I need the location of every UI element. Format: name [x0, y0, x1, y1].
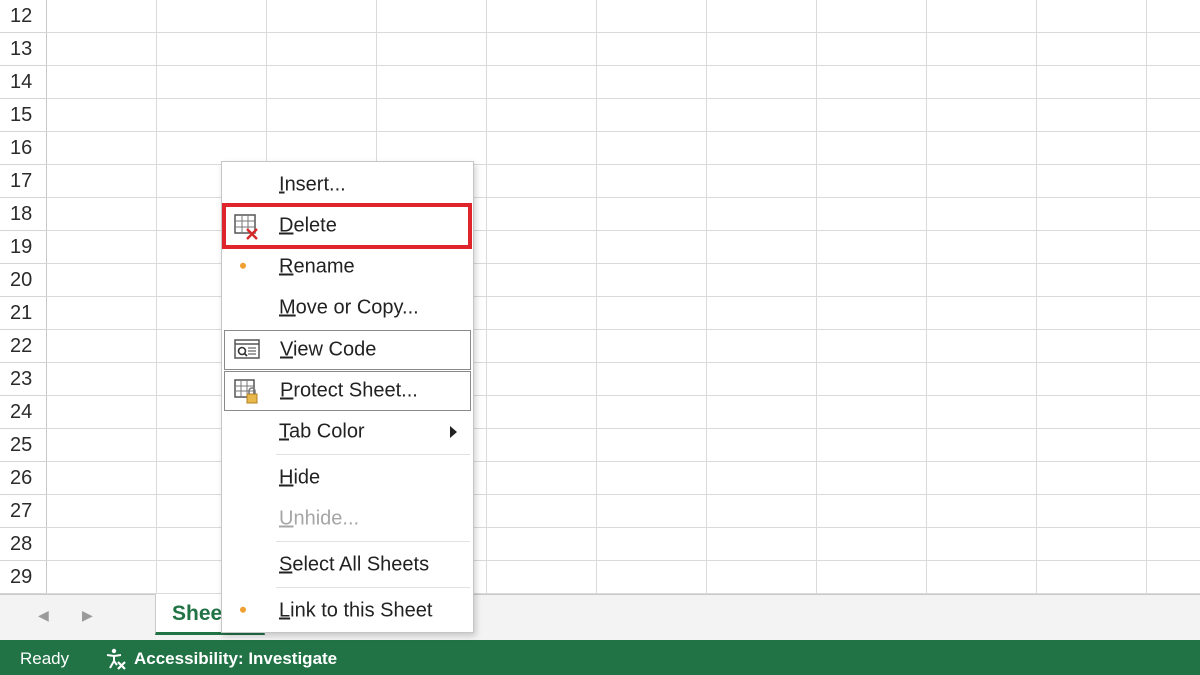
menu-label: View Code [280, 338, 377, 361]
status-bar: Ready Accessibility: Investigate [0, 640, 1200, 675]
row-number[interactable]: 25 [0, 429, 46, 462]
row-gridline [46, 428, 1200, 429]
column-gridline [486, 0, 487, 594]
menu-label: Tab Color [279, 420, 365, 443]
row-gridline [46, 230, 1200, 231]
menu-item-tab-color[interactable]: Tab Color [224, 413, 471, 451]
menu-label: Protect Sheet... [280, 379, 418, 402]
row-gridline [46, 164, 1200, 165]
row-gridline [46, 197, 1200, 198]
status-ready: Ready [20, 649, 70, 668]
delete-sheet-icon [232, 212, 260, 240]
row-number[interactable]: 15 [0, 99, 46, 132]
row-number[interactable]: 12 [0, 0, 46, 33]
row-number[interactable]: 16 [0, 132, 46, 165]
row-gridline [46, 527, 1200, 528]
menu-separator [276, 541, 470, 542]
row-gridline [46, 494, 1200, 495]
column-gridline [816, 0, 817, 594]
accessibility-status[interactable]: Accessibility: Investigate [104, 648, 337, 670]
menu-label: Unhide... [279, 507, 360, 530]
menu-item-view-code[interactable]: View Code [224, 330, 471, 370]
menu-label: Insert... [279, 173, 346, 196]
row-number[interactable]: 27 [0, 495, 46, 528]
row-number[interactable]: 23 [0, 363, 46, 396]
column-gridline [156, 0, 157, 594]
column-gridline [926, 0, 927, 594]
row-gridline [46, 131, 1200, 132]
column-gridline [706, 0, 707, 594]
scroll-tabs-right-icon[interactable]: ▶ [82, 607, 93, 624]
menu-item-protect-sheet[interactable]: Protect Sheet... [224, 371, 471, 411]
row-number[interactable]: 19 [0, 231, 46, 264]
row-number[interactable]: 28 [0, 528, 46, 561]
column-gridline [1146, 0, 1147, 594]
bullet-icon [240, 606, 246, 613]
sheet-tab-label: Shee [172, 602, 223, 625]
bullet-icon [240, 262, 246, 269]
row-number[interactable]: 13 [0, 33, 46, 66]
menu-label: Rename [279, 255, 355, 278]
row-gridline [46, 32, 1200, 33]
scroll-tabs-left-icon[interactable]: ◀ [38, 607, 49, 624]
row-number[interactable]: 22 [0, 330, 46, 363]
row-gridline [46, 263, 1200, 264]
row-gridline [46, 98, 1200, 99]
accessibility-label: Accessibility: Investigate [134, 649, 338, 668]
menu-item-link-to-sheet[interactable]: Link to this Sheet [224, 592, 471, 630]
accessibility-icon [106, 648, 126, 670]
menu-item-unhide[interactable]: Unhide... [224, 500, 471, 538]
row-number[interactable]: 26 [0, 462, 46, 495]
row-number[interactable]: 29 [0, 561, 46, 594]
row-gridline [46, 560, 1200, 561]
menu-label: Link to this Sheet [279, 599, 433, 622]
menu-item-move-or-copy[interactable]: Move or Copy... [224, 289, 471, 327]
row-number[interactable]: 21 [0, 297, 46, 330]
row-number[interactable]: 17 [0, 165, 46, 198]
row-gridline [46, 296, 1200, 297]
sheet-tab-context-menu: Insert... Delete Rename Move or Copy... [221, 161, 474, 633]
row-number[interactable]: 18 [0, 198, 46, 231]
menu-item-select-all-sheets[interactable]: Select All Sheets [224, 546, 471, 584]
protect-sheet-icon [233, 377, 261, 405]
row-number[interactable]: 20 [0, 264, 46, 297]
submenu-arrow-icon [450, 426, 457, 438]
menu-separator [276, 587, 470, 588]
row-gridline [46, 395, 1200, 396]
row-gridline [46, 329, 1200, 330]
sheet-tab-bar: ◀ ▶ Shee [0, 594, 1200, 640]
column-gridline [596, 0, 597, 594]
row-header-column: 12 13 14 15 16 17 18 19 20 21 22 23 24 2… [0, 0, 47, 594]
view-code-icon [233, 336, 261, 364]
column-gridline [1036, 0, 1037, 594]
menu-label: Hide [279, 466, 321, 489]
worksheet-grid[interactable]: 12 13 14 15 16 17 18 19 20 21 22 23 24 2… [0, 0, 1200, 594]
row-number[interactable]: 24 [0, 396, 46, 429]
menu-item-delete[interactable]: Delete [224, 207, 471, 245]
menu-item-hide[interactable]: Hide [224, 459, 471, 497]
menu-label: Select All Sheets [279, 553, 430, 576]
menu-item-insert[interactable]: Insert... [224, 166, 471, 204]
row-gridline [46, 362, 1200, 363]
menu-separator [276, 454, 470, 455]
menu-label: Move or Copy... [279, 296, 419, 319]
menu-label: Delete [279, 214, 337, 237]
row-number[interactable]: 14 [0, 66, 46, 99]
menu-item-rename[interactable]: Rename [224, 248, 471, 286]
row-gridline [46, 461, 1200, 462]
row-gridline [46, 65, 1200, 66]
